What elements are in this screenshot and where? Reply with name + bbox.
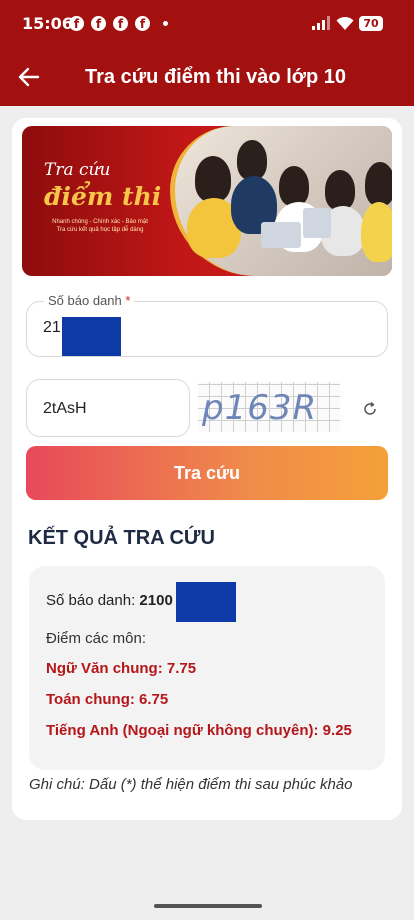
captcha-input[interactable]: 2tAsH	[43, 400, 87, 418]
result-candidate-number: Số báo danh: 2100	[46, 592, 173, 609]
redaction-box	[176, 582, 236, 622]
facebook-notification-icon: f	[91, 16, 106, 31]
search-button[interactable]: Tra cứu	[26, 446, 388, 500]
students-photo	[170, 126, 392, 276]
more-notifications-icon	[163, 21, 168, 26]
redaction-box	[62, 317, 121, 356]
status-time: 15:06	[22, 14, 73, 33]
banner-tagline: Nhanh chóng - Chính xác - Bảo mật	[52, 219, 148, 225]
score-english: Tiếng Anh (Ngoại ngữ không chuyên): 9.25	[46, 722, 352, 739]
battery-icon: 70	[359, 16, 383, 31]
footnote: Ghi chú: Dấu (*) thể hiện điểm thi sau p…	[29, 776, 353, 793]
required-mark: *	[125, 293, 131, 308]
facebook-notification-icon: f	[69, 16, 84, 31]
candidate-number-input[interactable]: 21	[43, 319, 61, 337]
candidate-number-label: Số báo danh *	[44, 293, 135, 308]
result-sbd-value: 2100	[139, 592, 173, 609]
back-arrow-icon[interactable]	[18, 66, 40, 88]
captcha-image: p163R	[198, 382, 340, 432]
subjects-label: Điểm các môn:	[46, 630, 147, 647]
banner-subtitle: Tra cứu kết quả học tập dễ dàng	[56, 227, 144, 233]
home-indicator[interactable]	[154, 904, 262, 908]
result-sbd-label: Số báo danh:	[46, 592, 136, 609]
status-bar: 15:06 f f f f 70	[0, 0, 414, 48]
banner-heading-line2: điểm thi	[44, 182, 162, 211]
promo-banner: Tra cứu điểm thi Nhanh chóng - Chính xác…	[22, 126, 392, 276]
signal-icon	[312, 16, 330, 30]
wifi-icon	[336, 16, 354, 30]
refresh-captcha-icon[interactable]	[362, 401, 378, 417]
page-title: Tra cứu điểm thi vào lớp 10	[85, 66, 346, 88]
results-title: KẾT QUẢ TRA CỨU	[28, 527, 215, 549]
banner-heading-line1: Tra cứu	[44, 160, 111, 180]
app-header: 15:06 f f f f 70 Tra cứu điểm thi vào lớ…	[0, 0, 414, 106]
facebook-notification-icon: f	[113, 16, 128, 31]
captcha-text: p163R	[202, 388, 318, 428]
score-math: Toán chung: 6.75	[46, 691, 169, 708]
facebook-notification-icon: f	[135, 16, 150, 31]
score-literature: Ngữ Văn chung: 7.75	[46, 660, 197, 677]
